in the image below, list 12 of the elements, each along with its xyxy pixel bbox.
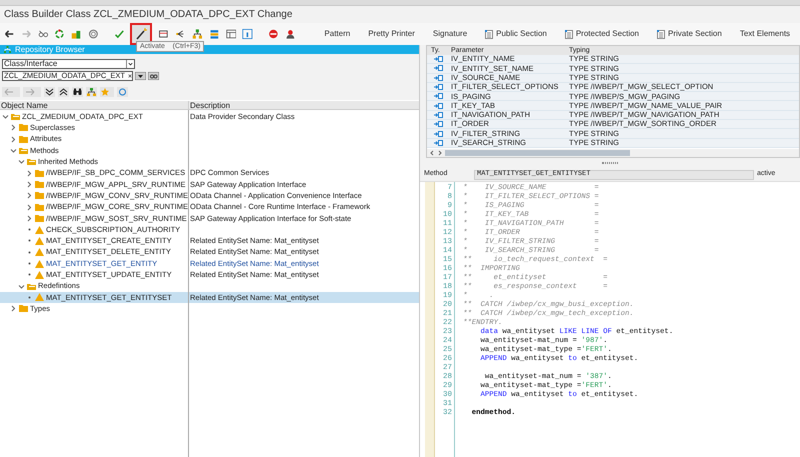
object-type-dropdown[interactable]: Class/Interface	[2, 59, 135, 69]
toolbar-button[interactable]: Protected Section	[558, 28, 645, 40]
column-header: Description	[189, 101, 232, 109]
toolbar-button[interactable]: Public Section	[479, 28, 553, 40]
window-title: Class Builder Class ZCL_ZMEDIUM_ODATA_DPC_EXT Change	[4, 8, 292, 22]
toolbar-button[interactable]: Private Section	[651, 28, 728, 40]
toolbar-button[interactable]: Text Elements	[734, 28, 796, 40]
panel-title: Repository Browser	[15, 46, 85, 54]
toolbar-button[interactable]: Pattern	[318, 28, 356, 40]
toolbar-button[interactable]: Signature	[426, 28, 474, 40]
column-header: Object Name	[0, 101, 189, 109]
toolbar-button[interactable]: Pretty Printer	[362, 28, 421, 40]
